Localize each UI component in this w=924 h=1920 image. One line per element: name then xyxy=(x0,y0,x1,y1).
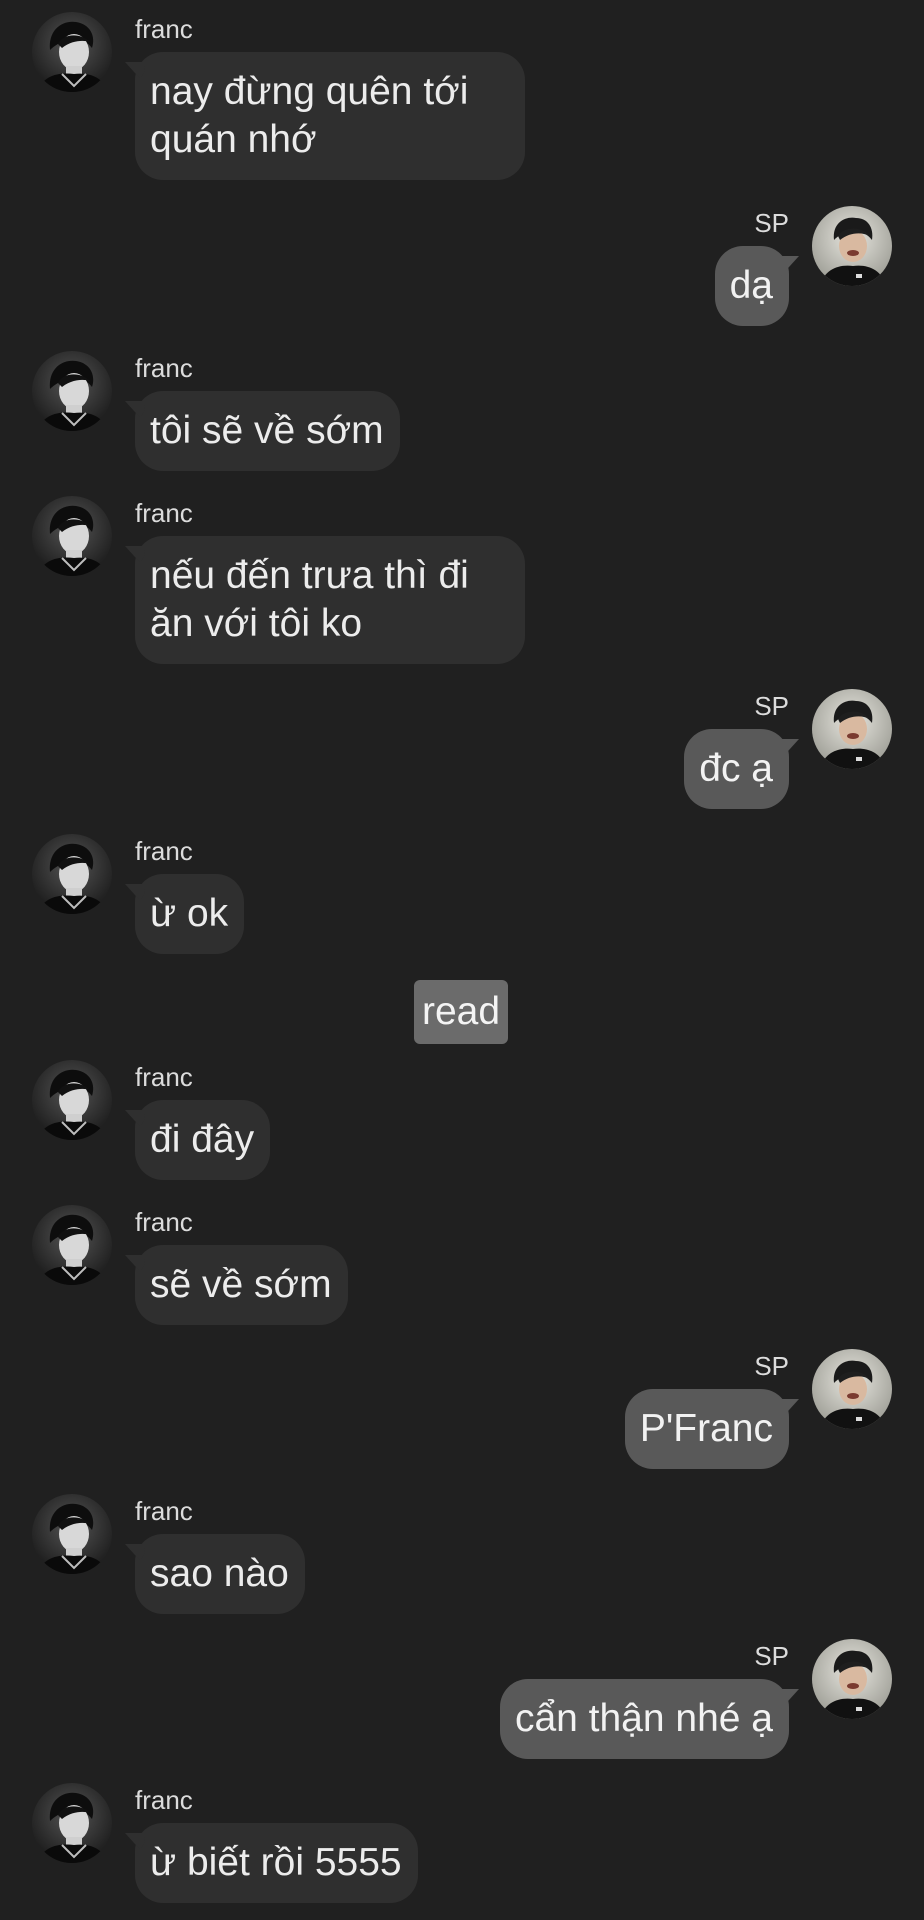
sender-name: franc xyxy=(135,353,193,383)
read-status-badge: read xyxy=(414,980,509,1044)
sp-avatar-icon[interactable] xyxy=(812,689,892,769)
sender-name: SP xyxy=(754,208,789,238)
sender-name: franc xyxy=(135,1496,193,1526)
franc-avatar-icon[interactable] xyxy=(32,351,112,431)
message-bubble[interactable]: sao nào xyxy=(135,1534,305,1614)
message-bubble[interactable]: đc ạ xyxy=(684,729,789,809)
sender-name: franc xyxy=(135,1785,193,1815)
franc-avatar-icon[interactable] xyxy=(32,834,112,914)
sp-avatar-icon[interactable] xyxy=(812,206,892,286)
message-bubble[interactable]: nay đừng quên tới quán nhớ xyxy=(135,52,525,180)
sender-name: SP xyxy=(754,691,789,721)
message-bubble[interactable]: dạ xyxy=(714,246,789,326)
sender-name: franc xyxy=(135,14,193,44)
sender-name: SP xyxy=(754,1351,789,1381)
message-bubble[interactable]: nếu đến trưa thì đi ăn với tôi ko xyxy=(135,536,525,664)
message-bubble[interactable]: tôi sẽ về sớm xyxy=(135,391,400,471)
sender-name: SP xyxy=(754,1641,789,1671)
message-bubble[interactable]: P'Franc xyxy=(624,1389,789,1469)
message-bubble[interactable]: ừ biết rồi 5555 xyxy=(135,1823,418,1903)
chat-thread[interactable]: franc nay đừng quên tới quán nhớ SP dạ f… xyxy=(0,0,924,1920)
franc-avatar-icon[interactable] xyxy=(32,1205,112,1285)
sender-name: franc xyxy=(135,836,193,866)
message-bubble[interactable]: đi đây xyxy=(135,1100,271,1180)
message-bubble[interactable]: ừ ok xyxy=(135,874,245,954)
franc-avatar-icon[interactable] xyxy=(32,12,112,92)
franc-avatar-icon[interactable] xyxy=(32,496,112,576)
franc-avatar-icon[interactable] xyxy=(32,1494,112,1574)
franc-avatar-icon[interactable] xyxy=(32,1783,112,1863)
sp-avatar-icon[interactable] xyxy=(812,1349,892,1429)
sender-name: franc xyxy=(135,1207,193,1237)
message-bubble[interactable]: cẩn thận nhé ạ xyxy=(499,1679,789,1759)
sender-name: franc xyxy=(135,1062,193,1092)
sp-avatar-icon[interactable] xyxy=(812,1639,892,1719)
message-bubble[interactable]: sẽ về sớm xyxy=(135,1245,348,1325)
sender-name: franc xyxy=(135,498,193,528)
franc-avatar-icon[interactable] xyxy=(32,1060,112,1140)
